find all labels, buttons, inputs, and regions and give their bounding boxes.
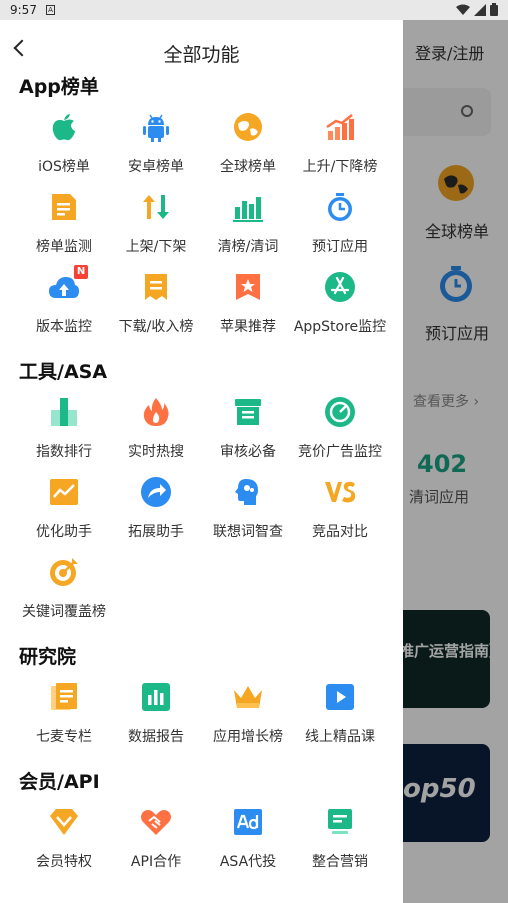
- section-title: 会员/API: [19, 771, 100, 793]
- feature-member-privileges[interactable]: 会员特权: [18, 806, 110, 886]
- feature-rank-monitor[interactable]: 榜单监测: [18, 191, 110, 271]
- feature-review-essentials[interactable]: 审核必备: [202, 396, 294, 476]
- section-title: App榜单: [19, 76, 99, 98]
- feature-integrated-marketing[interactable]: 整合营销: [294, 806, 386, 886]
- ad-icon: [234, 809, 262, 835]
- feature-optimize-assistant[interactable]: 优化助手: [18, 476, 110, 556]
- gauge-icon: [325, 397, 355, 427]
- feature-preorder-apps[interactable]: 预订应用: [294, 191, 386, 271]
- feature-qimai-column[interactable]: 七麦专栏: [18, 681, 110, 761]
- globe-icon: [234, 113, 262, 141]
- feature-label: 预订应用: [312, 239, 368, 255]
- feature-download-revenue-rank[interactable]: 下载/收入榜: [110, 271, 202, 351]
- brain-head-icon: [235, 479, 258, 505]
- feature-appstore-monitor[interactable]: AppStore监控: [294, 271, 386, 351]
- section-title: 工具/ASA: [19, 361, 108, 383]
- app-store-icon: [325, 272, 355, 302]
- checklist-icon: [235, 399, 261, 425]
- battery-icon: [490, 3, 498, 16]
- feature-label: 上升/下降榜: [302, 159, 378, 175]
- wifi-icon: [456, 4, 470, 15]
- feature-data-report[interactable]: 数据报告: [110, 681, 202, 761]
- feature-bidding-ad-monitor[interactable]: 竞价广告监控: [294, 396, 386, 476]
- apple-icon: [52, 114, 75, 141]
- feature-grid-member-api: 会员特权 API合作 ASA代投 整合营销: [18, 806, 386, 886]
- feature-listing-delisting[interactable]: 上架/下架: [110, 191, 202, 271]
- section-title: 研究院: [19, 646, 77, 668]
- drawer-header: 全部功能: [0, 20, 403, 70]
- marketing-board-icon: [328, 809, 352, 834]
- feature-keyword-coverage-rank[interactable]: 关键词覆盖榜: [18, 556, 110, 636]
- trend-chart-icon: [50, 479, 78, 505]
- feature-version-monitor[interactable]: N 版本监控: [18, 265, 110, 351]
- index-bars-icon: [51, 398, 77, 426]
- status-bar: 9:57 A: [0, 0, 508, 20]
- diamond-icon: [50, 809, 78, 835]
- document-icon: [52, 194, 76, 220]
- alarm-clock-icon: [328, 193, 352, 221]
- star-bookmark-icon: [236, 274, 260, 300]
- feature-expand-assistant[interactable]: 拓展助手: [110, 476, 202, 556]
- feature-associated-word-search[interactable]: 联想词智查: [202, 476, 294, 556]
- drawer-scrim[interactable]: [403, 20, 508, 903]
- feature-grid-research: 七麦专栏 数据报告 应用增长榜 线上精品课: [18, 681, 386, 761]
- feature-android-rank[interactable]: 安卓榜单: [110, 111, 202, 191]
- crown-icon: [234, 686, 262, 708]
- feature-api-cooperation[interactable]: API合作: [110, 806, 202, 886]
- rising-bars-icon: [326, 114, 354, 140]
- feature-asa-delivery[interactable]: ASA代投: [202, 806, 294, 886]
- feature-rise-fall-rank[interactable]: 上升/下降榜: [294, 111, 386, 191]
- feature-clear-rank[interactable]: 清榜/清词: [202, 191, 294, 271]
- sim-icon: A: [46, 5, 55, 15]
- page-title: 全部功能: [163, 44, 240, 66]
- receipt-icon: [145, 274, 167, 300]
- signal-icon: [474, 3, 486, 16]
- handshake-heart-icon: [141, 810, 171, 835]
- feature-label: 整合营销: [312, 854, 368, 870]
- target-icon: [50, 558, 78, 586]
- notes-icon: [51, 683, 77, 710]
- all-features-drawer: 全部功能 App榜单 iOS榜单 安卓榜单 全球榜单 上升/下降榜 榜单监测 上…: [0, 20, 403, 903]
- feature-global-rank[interactable]: 全球榜单: [202, 111, 294, 191]
- feature-label: AppStore监控: [293, 319, 387, 335]
- vs-icon: [325, 481, 356, 503]
- bar-chart-icon: [233, 197, 263, 222]
- feature-label: 竞品对比: [312, 524, 368, 540]
- feature-ios-rank[interactable]: iOS榜单: [18, 111, 110, 191]
- feature-grid-app-rank: iOS榜单 安卓榜单 全球榜单 上升/下降榜 榜单监测 上架/下架 清榜/清词: [18, 111, 386, 351]
- report-chart-icon: [142, 683, 170, 711]
- flame-icon: [143, 398, 169, 426]
- feature-competitor-compare[interactable]: 竞品对比: [294, 476, 386, 556]
- feature-realtime-hot-search[interactable]: 实时热搜: [110, 396, 202, 476]
- new-badge: N: [74, 265, 88, 279]
- share-arrow-icon: [141, 477, 171, 507]
- feature-label: 线上精品课: [305, 729, 375, 745]
- feature-label: 竞价广告监控: [298, 444, 382, 460]
- play-video-icon: [326, 684, 354, 710]
- feature-index-ranking[interactable]: 指数排行: [18, 396, 110, 476]
- android-icon: [143, 114, 169, 142]
- feature-app-growth-rank[interactable]: 应用增长榜: [202, 681, 294, 761]
- status-icons: [456, 3, 498, 16]
- feature-online-courses[interactable]: 线上精品课: [294, 681, 386, 761]
- feature-grid-tools-asa: 指数排行 实时热搜 审核必备 竞价广告监控 优化助手 拓展助手 联想词智查 竞品…: [18, 396, 386, 636]
- feature-apple-recommend[interactable]: 苹果推荐: [202, 271, 294, 351]
- status-time: 9:57: [10, 3, 37, 17]
- up-down-arrows-icon: [143, 195, 169, 219]
- feature-label: 关键词覆盖榜: [22, 604, 106, 620]
